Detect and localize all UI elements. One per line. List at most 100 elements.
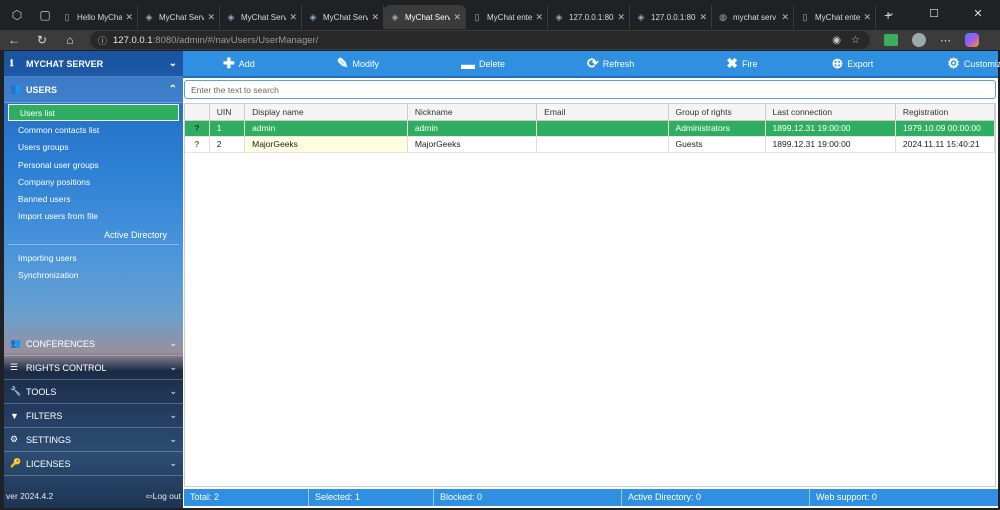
sidebar-users-header[interactable]: 👥 USERS ⌃	[4, 77, 183, 103]
favorite-star-icon[interactable]: ☆	[851, 35, 860, 46]
table-cell	[536, 120, 669, 137]
filter-icon: ▼	[10, 410, 19, 421]
customize-button[interactable]: ⚙Customize	[941, 50, 1000, 77]
browser-tab[interactable]: ▯ Hello MyChat ✕	[56, 5, 138, 29]
column-header[interactable]	[185, 104, 210, 121]
close-tab-icon[interactable]: ✕	[781, 12, 789, 23]
column-header[interactable]: Nickname	[407, 104, 538, 121]
sidebar-section[interactable]: ▼ FILTERS ⌄	[4, 404, 183, 428]
column-header[interactable]: Display name	[244, 104, 408, 121]
browser-tab[interactable]: ▯ MyChat ente ✕	[794, 5, 876, 29]
sidebar-section-label: CONFERENCES	[26, 338, 96, 349]
gear-icon: ⚙	[947, 55, 960, 71]
export-icon: ⊕	[831, 55, 844, 71]
status-active-directory: Active Directory: 0	[622, 489, 810, 506]
close-tab-icon[interactable]: ✕	[289, 12, 297, 23]
close-tab-icon[interactable]: ✕	[617, 12, 625, 23]
sidebar-server-header[interactable]: ℹ MYCHAT SERVER ⌄	[4, 51, 183, 77]
workspaces-icon[interactable]: ⬡	[6, 4, 28, 26]
column-header[interactable]: Last connection	[765, 104, 896, 121]
fire-button[interactable]: ✖ Fire	[720, 50, 763, 77]
profile-avatar[interactable]	[912, 33, 926, 47]
sidebar-item[interactable]: Users groups	[4, 139, 183, 156]
tab-actions-icon[interactable]: ▢	[34, 4, 56, 26]
window-controls: – ☐ ✕	[868, 0, 1000, 30]
browser-tab[interactable]: ◈ 127.0.0.1:808 ✕	[630, 5, 712, 29]
sidebar-section[interactable]: 🔑 LICENSES ⌄	[4, 452, 183, 476]
sidebar-item[interactable]: Import users from file	[4, 208, 183, 225]
close-tab-icon[interactable]: ✕	[535, 12, 543, 23]
sidebar-section[interactable]: ☰ RIGHTS CONTROL ⌄	[4, 356, 183, 380]
close-tab-icon[interactable]: ✕	[207, 12, 215, 23]
maximize-icon[interactable]: ☐	[912, 0, 956, 30]
browser-tab[interactable]: ▯ MyChat ente ✕	[466, 5, 548, 29]
chevron-down-icon: ⌄	[169, 338, 177, 348]
add-button[interactable]: ✚ Add	[217, 50, 261, 77]
export-button[interactable]: ⊕ Export	[826, 50, 880, 77]
gears-icon: ⚙	[10, 434, 19, 444]
browser-tab[interactable]: ◈ MyChat Serv ✕	[220, 5, 302, 29]
wrench-icon: 🔧	[10, 386, 22, 396]
browser-tab[interactable]: ◈ MyChat Serv ✕	[384, 5, 466, 29]
reload-icon[interactable]: ↻	[28, 33, 56, 47]
search-icon: ◍	[719, 12, 727, 22]
column-header[interactable]: Group of rights	[668, 104, 766, 121]
back-icon[interactable]: ←	[0, 33, 28, 47]
sidebar-item[interactable]: Personal user groups	[4, 156, 183, 173]
extension-icon[interactable]	[884, 34, 898, 46]
site-info-icon[interactable]: ⓘ	[98, 34, 107, 47]
sidebar-server-label: MYCHAT SERVER	[26, 58, 104, 69]
edit-icon: ✎	[336, 55, 349, 71]
table-row[interactable]: ? 2 MajorGeeks MajorGeeks Guests 1899.12.31 1…	[185, 136, 996, 153]
cube-icon: ◈	[555, 12, 563, 22]
refresh-label: Refresh	[602, 58, 635, 69]
logout-link[interactable]: ⇦Log out	[146, 491, 182, 502]
browser-tab[interactable]: ◈ 127.0.0.1:808 ✕	[548, 5, 630, 29]
page-icon: ▯	[474, 12, 480, 22]
table-cell: 2	[209, 136, 246, 153]
sidebar-section[interactable]: 🔧 TOOLS ⌄	[4, 380, 183, 404]
sidebar-ad-item[interactable]: Importing users	[4, 249, 183, 266]
table-cell: 1	[209, 120, 246, 137]
close-tab-icon[interactable]: ✕	[699, 12, 707, 23]
browser-tab[interactable]: ◈ MyChat Serv ✕	[138, 5, 220, 29]
close-tab-icon[interactable]: ✕	[453, 12, 461, 23]
browser-tab[interactable]: ◍ mychat serv ✕	[712, 5, 794, 29]
close-window-icon[interactable]: ✕	[956, 0, 1000, 30]
more-menu-icon[interactable]: ⋯	[940, 34, 951, 47]
copilot-icon[interactable]	[965, 33, 979, 47]
sidebar-section[interactable]: ⚙ SETTINGS ⌄	[4, 428, 183, 452]
column-header[interactable]: Email	[536, 104, 669, 121]
delete-button[interactable]: ▬ Delete	[455, 50, 511, 77]
minimize-icon[interactable]: –	[868, 0, 912, 30]
sidebar-item[interactable]: Banned users	[4, 190, 183, 207]
modify-button[interactable]: ✎ Modify	[331, 50, 385, 77]
table-row[interactable]: ? 1 admin admin Administrators 1899.12.31 19:…	[185, 120, 996, 137]
sidebar-item[interactable]: Company positions	[4, 173, 183, 190]
search-input[interactable]: Enter the text to search	[184, 80, 996, 99]
tracking-prevention-icon[interactable]: ◉	[832, 35, 841, 46]
cube-icon: ◈	[145, 12, 153, 22]
refresh-button[interactable]: ⟳ Refresh	[581, 50, 640, 77]
sidebar-ad-item[interactable]: Synchronization	[4, 266, 183, 283]
users-icon: 👥	[10, 338, 22, 348]
sidebar-ad-items: Importing users Synchronization	[4, 249, 183, 284]
column-header[interactable]: Registration	[895, 104, 996, 121]
modify-label: Modify	[352, 58, 379, 69]
cube-icon: ◈	[227, 12, 235, 22]
close-tab-icon[interactable]: ✕	[125, 12, 133, 23]
logout-label: Log out	[152, 491, 181, 501]
column-header[interactable]: UIN	[209, 104, 246, 121]
table-cell: 1899.12.31 19:00:00	[765, 136, 896, 153]
url-field[interactable]: ⓘ 127.0.0.1 :8080/admin/#/navUsers/UserM…	[90, 31, 870, 49]
browser-tab[interactable]: ◈ MyChat Serv ✕	[302, 5, 384, 29]
sidebar-item[interactable]: Common contacts list	[4, 121, 183, 138]
delete-label: Delete	[479, 58, 506, 69]
sidebar-item[interactable]: Users list	[8, 104, 179, 122]
table-cell: admin	[244, 120, 408, 137]
home-icon[interactable]: ⌂	[56, 33, 84, 47]
sidebar-section-label: FILTERS	[26, 410, 63, 421]
table-cell	[536, 136, 669, 153]
sidebar-section[interactable]: 👥 CONFERENCES ⌄	[4, 332, 183, 356]
close-tab-icon[interactable]: ✕	[371, 12, 379, 23]
